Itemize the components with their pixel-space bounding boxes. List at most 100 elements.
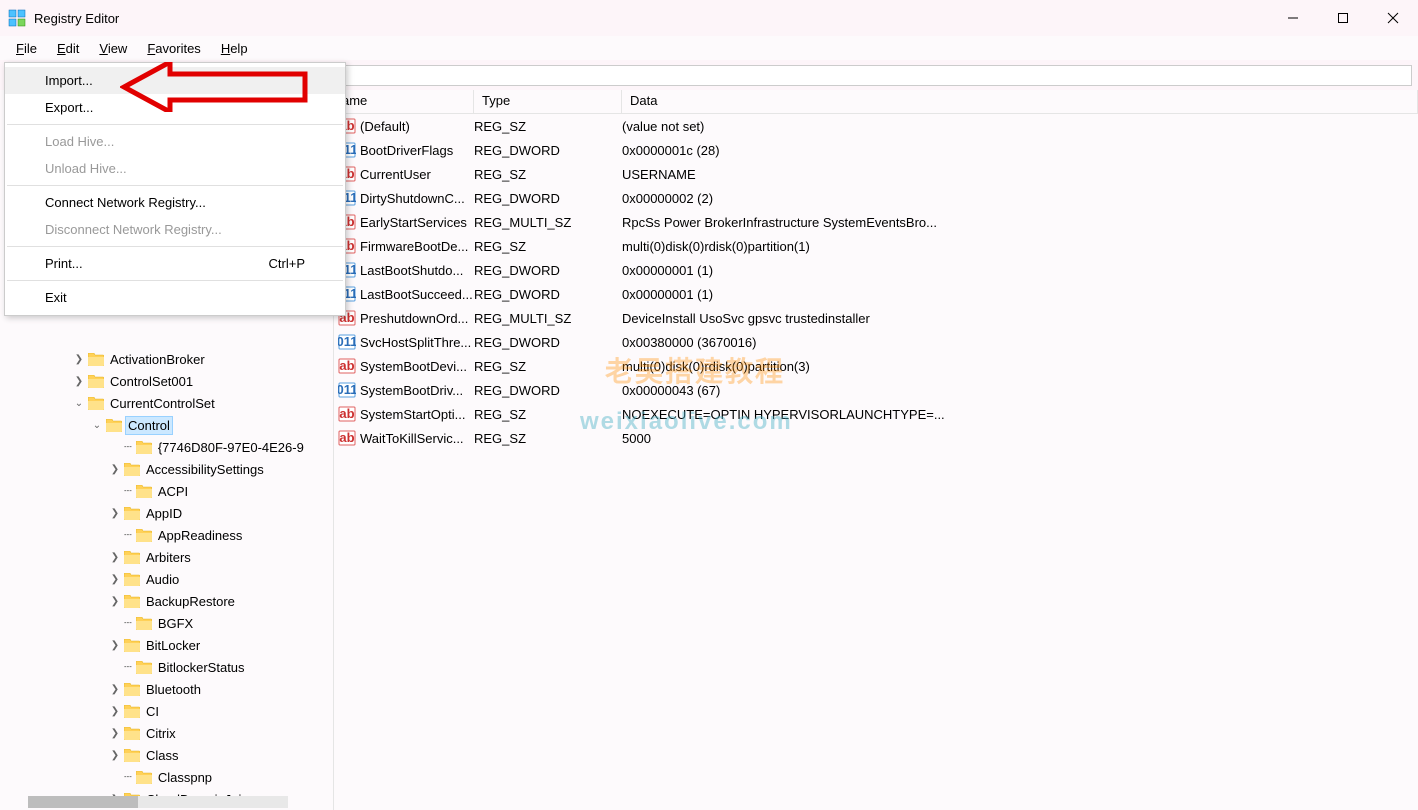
value-name: SystemBootDriv...	[356, 383, 474, 398]
value-name: SvcHostSplitThre...	[356, 335, 474, 350]
tree-item[interactable]: ❯Bluetooth	[0, 678, 333, 700]
tree-item[interactable]: ❯Class	[0, 744, 333, 766]
tree-label: CI	[144, 703, 161, 720]
list-row[interactable]: 011SvcHostSplitThre...REG_DWORD0x0038000…	[334, 330, 1418, 354]
tree-item[interactable]: ❯BackupRestore	[0, 590, 333, 612]
list-row[interactable]: 011LastBootSucceed...REG_DWORD0x00000001…	[334, 282, 1418, 306]
column-name[interactable]: ame	[334, 90, 474, 113]
value-type: REG_SZ	[474, 359, 622, 374]
value-data: USERNAME	[622, 167, 1418, 182]
minimize-button[interactable]	[1268, 0, 1318, 36]
value-name: WaitToKillServic...	[356, 431, 474, 446]
value-type: REG_DWORD	[474, 383, 622, 398]
tree-item[interactable]: ❯ BitLocker	[0, 634, 333, 656]
menu-edit[interactable]: Edit	[49, 39, 87, 58]
tree-label: BitLocker	[144, 637, 202, 654]
tree-item[interactable]: ⌄CurrentControlSet	[0, 392, 333, 414]
regedit-icon	[8, 9, 26, 27]
horizontal-scrollbar[interactable]	[28, 796, 288, 808]
value-name: LastBootShutdo...	[356, 263, 474, 278]
tree-expander[interactable]: ❯	[108, 508, 122, 519]
value-name: SystemStartOpti...	[356, 407, 474, 422]
value-type: REG_MULTI_SZ	[474, 311, 622, 326]
value-data: 0x0000001c (28)	[622, 143, 1418, 158]
menu-exit[interactable]: Exit	[5, 284, 345, 311]
list-row[interactable]: abCurrentUserREG_SZUSERNAME	[334, 162, 1418, 186]
tree-item[interactable]: ❯AccessibilitySettings	[0, 458, 333, 480]
tree-item[interactable]: ❯ActivationBroker	[0, 348, 333, 370]
menu-import[interactable]: Import...	[5, 67, 345, 94]
list-row[interactable]: abEarlyStartServicesREG_MULTI_SZRpcSs Po…	[334, 210, 1418, 234]
list-row[interactable]: 011BootDriverFlagsREG_DWORD0x0000001c (2…	[334, 138, 1418, 162]
tree-label: ACPI	[156, 483, 190, 500]
tree-item[interactable]: ❯ ControlSet001	[0, 370, 333, 392]
tree-label: ControlSet001	[108, 373, 195, 390]
tree-expander[interactable]: ⌄	[90, 420, 104, 431]
tree-label: BGFX	[156, 615, 195, 632]
menu-view[interactable]: View	[91, 39, 135, 58]
tree-label: Citrix	[144, 725, 178, 742]
list-row[interactable]: abFirmwareBootDe...REG_SZmulti(0)disk(0)…	[334, 234, 1418, 258]
list-row[interactable]: abSystemBootDevi...REG_SZmulti(0)disk(0)…	[334, 354, 1418, 378]
tree-expander[interactable]: ❯	[108, 596, 122, 607]
tree-item[interactable]: ┄BGFX	[0, 612, 333, 634]
tree-item[interactable]: ❯Audio	[0, 568, 333, 590]
column-data[interactable]: Data	[622, 90, 1418, 113]
list-row[interactable]: ab(Default)REG_SZ(value not set)	[334, 114, 1418, 138]
list-row[interactable]: abPreshutdownOrd...REG_MULTI_SZDeviceIns…	[334, 306, 1418, 330]
tree-expander[interactable]: ❯	[108, 728, 122, 739]
tree-expander[interactable]: ❯	[108, 684, 122, 695]
value-data: 0x00000001 (1)	[622, 263, 1418, 278]
value-name: BootDriverFlags	[356, 143, 474, 158]
menu-help[interactable]: Help	[213, 39, 256, 58]
tree-item[interactable]: ❯ AppID	[0, 502, 333, 524]
tree-expander[interactable]: ❯	[108, 464, 122, 475]
tree-item[interactable]: ❯ CI	[0, 700, 333, 722]
tree-expander[interactable]: ❯	[72, 354, 86, 365]
scrollbar-thumb[interactable]	[28, 796, 138, 808]
tree-item[interactable]: ┄Classpnp	[0, 766, 333, 788]
maximize-button[interactable]	[1318, 0, 1368, 36]
menu-unload-hive: Unload Hive...	[5, 155, 345, 182]
tree-label: AppID	[144, 505, 184, 522]
list-row[interactable]: abSystemStartOpti...REG_SZ NOEXECUTE=OPT…	[334, 402, 1418, 426]
menu-connect-network[interactable]: Connect Network Registry...	[5, 189, 345, 216]
value-type: REG_SZ	[474, 407, 622, 422]
value-name: EarlyStartServices	[356, 215, 474, 230]
list-header: ame Type Data	[334, 90, 1418, 114]
list-row[interactable]: 011DirtyShutdownC...REG_DWORD0x00000002 …	[334, 186, 1418, 210]
tree-expander[interactable]: ⌄	[72, 398, 86, 409]
list-pane[interactable]: ame Type Data ab(Default)REG_SZ(value no…	[334, 90, 1418, 810]
tree-item[interactable]: ┄AppReadiness	[0, 524, 333, 546]
tree-expander[interactable]: ❯	[108, 552, 122, 563]
menu-separator	[7, 246, 343, 247]
tree-expander[interactable]: ❯	[72, 376, 86, 387]
value-data: (value not set)	[622, 119, 1418, 134]
list-row[interactable]: 011SystemBootDriv...REG_DWORD0x00000043 …	[334, 378, 1418, 402]
close-button[interactable]	[1368, 0, 1418, 36]
svg-text:ab: ab	[339, 406, 354, 421]
value-data: multi(0)disk(0)rdisk(0)partition(3)	[622, 359, 1418, 374]
tree-expander[interactable]: ❯	[108, 750, 122, 761]
tree-item[interactable]: ┄BitlockerStatus	[0, 656, 333, 678]
tree-item[interactable]: ❯ Citrix	[0, 722, 333, 744]
menu-file[interactable]: File	[8, 39, 45, 58]
tree-item[interactable]: ┄ACPI	[0, 480, 333, 502]
value-type: REG_SZ	[474, 167, 622, 182]
tree-item[interactable]: ┄{7746D80F-97E0-4E26-9	[0, 436, 333, 458]
menu-print[interactable]: Print...Ctrl+P	[5, 250, 345, 277]
value-name: PreshutdownOrd...	[356, 311, 474, 326]
tree-item[interactable]: ❯Arbiters	[0, 546, 333, 568]
menu-export[interactable]: Export...	[5, 94, 345, 121]
menu-favorites[interactable]: Favorites	[139, 39, 208, 58]
list-row[interactable]: 011LastBootShutdo...REG_DWORD0x00000001 …	[334, 258, 1418, 282]
tree-expander[interactable]: ❯	[108, 706, 122, 717]
value-type: REG_SZ	[474, 431, 622, 446]
tree-label: {7746D80F-97E0-4E26-9	[156, 439, 306, 456]
list-row[interactable]: abWaitToKillServic...REG_SZ5000	[334, 426, 1418, 450]
column-type[interactable]: Type	[474, 90, 622, 113]
tree-item[interactable]: ⌄Control	[0, 414, 333, 436]
tree-expander[interactable]: ❯	[108, 640, 122, 651]
tree-expander[interactable]: ❯	[108, 574, 122, 585]
menu-separator	[7, 280, 343, 281]
